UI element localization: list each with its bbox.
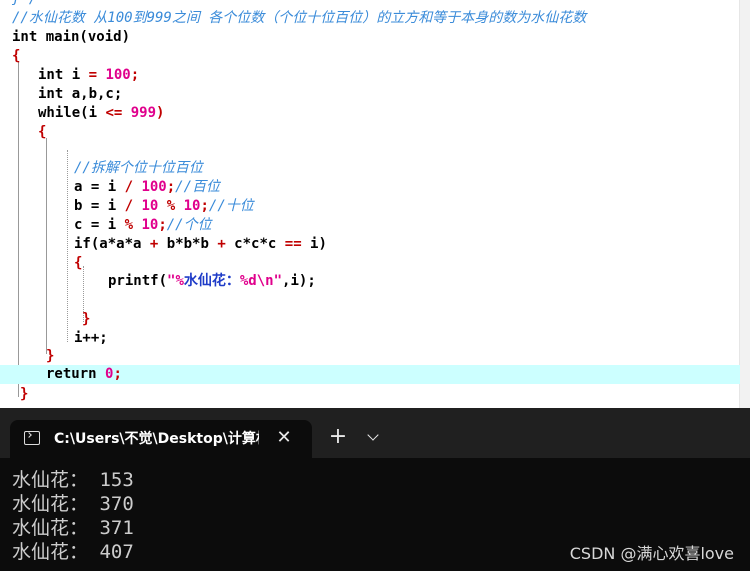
number: 100	[97, 67, 131, 83]
code-text: i++;	[74, 330, 108, 346]
close-icon[interactable]: ✕	[274, 427, 294, 449]
code-line: int i = 100;	[0, 66, 740, 85]
number: 100	[133, 179, 167, 195]
semicolon: ;	[158, 217, 167, 233]
output-line: 水仙花： 371	[12, 517, 134, 539]
code-text: int i	[38, 67, 89, 83]
code-line: {	[0, 254, 740, 273]
comment-text: //拆解个位十位百位	[74, 160, 203, 176]
watermark: CSDN @满心欢喜love	[569, 544, 734, 563]
output-line: 水仙花： 407	[12, 541, 134, 563]
operator: %	[166, 198, 176, 214]
code-line: {	[0, 47, 740, 66]
semicolon: ;	[200, 198, 209, 214]
close-brace: }	[20, 386, 29, 402]
code-line: }	[0, 310, 740, 329]
code-line: }	[0, 347, 740, 366]
code-text: if(a*a*a	[74, 236, 150, 252]
open-brace: {	[12, 48, 21, 64]
terminal-icon	[24, 431, 40, 445]
code-line: //水仙花数 从100到999之间 各个位数（个位十位百位）的立方和等于本身的数…	[0, 9, 740, 28]
operator: /	[124, 198, 134, 214]
new-tab-button[interactable]: +	[326, 426, 350, 450]
code-line: a = i / 100;//百位	[0, 178, 740, 197]
number: 999	[122, 105, 157, 121]
terminal-tab-bar: C:\Users\不觉\Desktop\计算机 ✕ +	[0, 408, 750, 458]
code-editor[interactable]: }*/ //水仙花数 从100到999之间 各个位数（个位十位百位）的立方和等于…	[0, 0, 750, 408]
comment-text: //十位	[208, 198, 254, 214]
number: 10	[133, 198, 167, 214]
operator: =	[88, 67, 98, 83]
code-text: return	[46, 366, 106, 382]
code-text: int a,b,c;	[38, 86, 123, 102]
operator: +	[217, 236, 226, 252]
string-literal: %d\n"	[239, 273, 283, 289]
code-text: b*b*b	[158, 236, 218, 252]
editor-scrollbar[interactable]	[739, 0, 750, 408]
comment-text: //百位	[175, 179, 221, 195]
output-line: 水仙花： 153	[12, 469, 134, 491]
paren: )	[156, 105, 165, 121]
code-line: printf("%水仙花：%d\n",i);	[0, 272, 740, 291]
code-text: a = i	[74, 179, 125, 195]
string-literal: 水仙花：	[183, 273, 240, 289]
code-line: c = i % 10;//个位	[0, 216, 740, 235]
number: 10	[133, 217, 159, 233]
operator: /	[124, 179, 134, 195]
semicolon: ;	[113, 366, 122, 382]
chevron-down-icon[interactable]	[364, 428, 384, 448]
code-line: }*/	[0, 0, 740, 9]
comment-text: //个位	[166, 217, 212, 233]
open-brace: {	[38, 124, 47, 140]
code-line: while(i <= 999)	[0, 104, 740, 123]
operator: ==	[284, 236, 302, 252]
close-brace: }	[46, 348, 55, 364]
comment-text: }*/	[0, 0, 37, 7]
code-text: printf(	[108, 273, 168, 289]
string-literal: "%	[167, 273, 184, 289]
code-text: i)	[301, 236, 327, 252]
operator: %	[124, 217, 134, 233]
semicolon: ;	[130, 67, 140, 83]
operator: <=	[105, 105, 123, 121]
code-text: while(i	[38, 105, 106, 121]
code-line-current[interactable]: return 0;	[0, 365, 740, 384]
terminal-window[interactable]: C:\Users\不觉\Desktop\计算机 ✕ + 水仙花： 153 水仙花…	[0, 408, 750, 571]
code-line: {	[0, 123, 740, 142]
tab-title: C:\Users\不觉\Desktop\计算机	[54, 431, 259, 447]
comment-text: //水仙花数 从100到999之间 各个位数（个位十位百位）的立方和等于本身的数…	[12, 10, 587, 26]
code-line: int a,b,c;	[0, 85, 740, 104]
code-line: int main(void)	[0, 28, 740, 47]
code-text: c = i	[74, 217, 125, 233]
terminal-tab[interactable]: C:\Users\不觉\Desktop\计算机 ✕	[10, 420, 312, 458]
close-brace: }	[82, 311, 91, 327]
number: 10	[175, 198, 201, 214]
code-line: //拆解个位十位百位	[0, 159, 740, 178]
output-line: 水仙花： 370	[12, 493, 134, 515]
code-text: c*c*c	[225, 236, 285, 252]
code-line: b = i / 10 % 10;//十位	[0, 197, 740, 216]
open-brace: {	[74, 255, 83, 271]
function-signature: int main(void)	[12, 29, 131, 45]
code-line: if(a*a*a + b*b*b + c*c*c == i)	[0, 235, 740, 254]
code-line: }	[0, 385, 740, 404]
code-line: i++;	[0, 329, 740, 348]
code-text: b = i	[74, 198, 125, 214]
semicolon: ;	[166, 179, 176, 195]
code-text: ,i);	[282, 273, 316, 289]
